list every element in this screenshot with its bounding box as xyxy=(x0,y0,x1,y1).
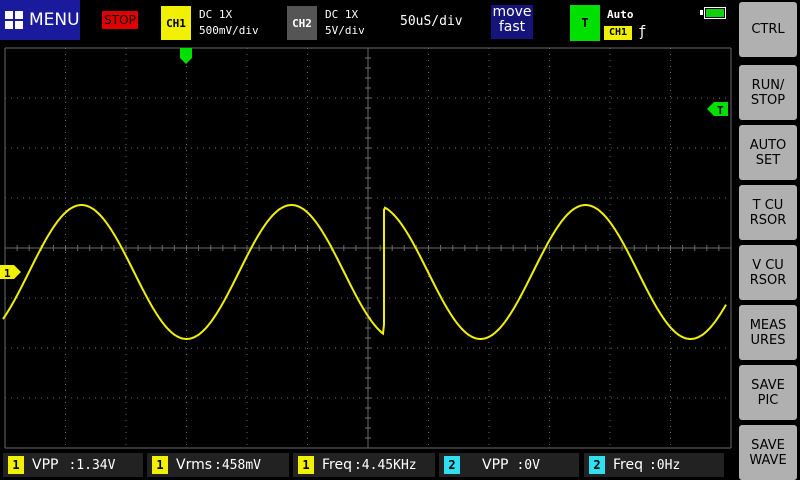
trigger-mode: Auto xyxy=(607,8,634,21)
ch2-scale: 5V/div xyxy=(325,24,365,37)
measures-button[interactable]: MEAS URES xyxy=(739,305,797,360)
grid-menu-icon xyxy=(5,11,23,29)
waveform-display[interactable]: T 1 xyxy=(0,44,736,450)
battery-icon xyxy=(704,7,726,19)
run-state-badge[interactable]: STOP xyxy=(102,11,138,29)
waveform-canvas: T 1 xyxy=(0,47,732,449)
measurement-ch2-freq[interactable]: 2 Freq :0Hz xyxy=(584,453,724,477)
rising-edge-icon: ƒ xyxy=(638,24,647,40)
move-mode-button[interactable]: move fast xyxy=(491,5,533,39)
run-stop-button[interactable]: RUN/ STOP xyxy=(739,65,797,120)
measurement-ch1-freq[interactable]: 1 Freq :4.45KHz xyxy=(293,453,435,477)
ch1-scale: 500mV/div xyxy=(199,24,259,37)
move-mode-line1: move xyxy=(492,4,532,20)
measurement-ch1-vpp[interactable]: 1 VPP :1.34V xyxy=(3,453,143,477)
ch1-coupling: DC 1X xyxy=(199,8,233,21)
graticule-grid xyxy=(4,47,732,449)
meas-channel-badge: 1 xyxy=(298,456,314,474)
save-wave-button[interactable]: SAVE WAVE xyxy=(739,425,797,480)
ctrl-button[interactable]: CTRL xyxy=(739,2,797,57)
meas-channel-badge: 1 xyxy=(8,456,24,474)
meas-value: :0Hz xyxy=(648,457,681,473)
meas-value: :1.34V xyxy=(68,457,116,473)
measurement-bar: 1 VPP :1.34V 1 Vrms :458mV 1 Freq :4.45K… xyxy=(0,450,736,480)
move-mode-line2: fast xyxy=(498,19,526,35)
menu-button[interactable]: MENU xyxy=(0,0,80,40)
meas-label: Vrms xyxy=(176,457,213,473)
meas-value: :0V xyxy=(516,457,540,473)
meas-channel-badge: 2 xyxy=(589,456,605,474)
trigger-position-marker-icon[interactable] xyxy=(180,48,192,64)
measurement-ch2-vpp[interactable]: 2 VPP :0V xyxy=(439,453,579,477)
top-status-bar: MENU STOP CH1 DC 1X 500mV/div CH2 DC 1X … xyxy=(0,0,736,44)
trigger-badge[interactable]: T xyxy=(570,5,600,41)
timebase-readout[interactable]: 50uS/div xyxy=(400,14,463,29)
ch1-waveform-trace xyxy=(2,204,727,340)
meas-label: VPP xyxy=(482,457,509,473)
ch1-badge[interactable]: CH1 xyxy=(161,6,191,40)
ch2-badge[interactable]: CH2 xyxy=(287,6,317,40)
meas-label: VPP xyxy=(32,457,59,473)
ch2-coupling: DC 1X xyxy=(325,8,359,21)
save-pic-button[interactable]: SAVE PIC xyxy=(739,365,797,420)
t-cursor-button[interactable]: T CU RSOR xyxy=(739,185,797,240)
ch1-level-marker[interactable]: 1 xyxy=(0,265,21,280)
trigger-level-label: T xyxy=(717,104,724,117)
ch1-level-label: 1 xyxy=(4,267,11,280)
trigger-level-marker[interactable]: T xyxy=(707,102,728,117)
battery-fill xyxy=(706,9,724,17)
meas-channel-badge: 1 xyxy=(152,456,168,474)
meas-label: Freq xyxy=(322,457,352,473)
trigger-source: CH1 xyxy=(604,26,632,40)
menu-label: MENU xyxy=(29,10,80,30)
meas-channel-badge: 2 xyxy=(444,456,460,474)
battery-tip xyxy=(700,10,703,15)
side-button-panel: CTRL RUN/ STOP AUTO SET T CU RSOR V CU R… xyxy=(736,0,800,480)
measurement-ch1-vrms[interactable]: 1 Vrms :458mV xyxy=(147,453,289,477)
meas-label: Freq xyxy=(613,457,643,473)
meas-value: :458mV xyxy=(214,457,261,473)
auto-set-button[interactable]: AUTO SET xyxy=(739,125,797,180)
v-cursor-button[interactable]: V CU RSOR xyxy=(739,245,797,300)
meas-value: :4.45KHz xyxy=(353,457,417,473)
